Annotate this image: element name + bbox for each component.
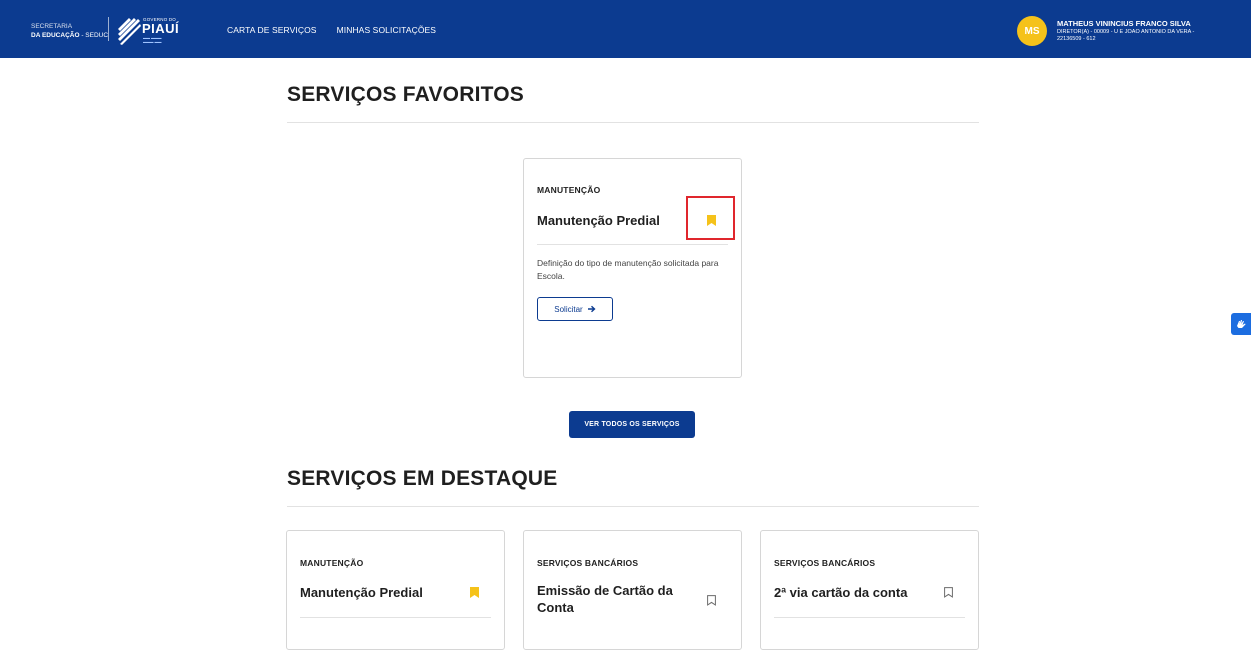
- solicitar-label: Solicitar: [554, 304, 583, 314]
- card-divider: [300, 617, 491, 618]
- favorites-divider: [287, 122, 979, 123]
- gov-tagline-mark: ▬▬ ▬▬▬ ▬▬▬ ▬▬: [143, 36, 162, 44]
- gov-big-text: PIAUÍ: [142, 21, 180, 36]
- seduc-logo[interactable]: SECRETARIA DA EDUCAÇÃO - SEDUC: [31, 22, 108, 40]
- card-description: Definição do tipo de manutenção solicita…: [537, 258, 719, 281]
- sign-language-hands-icon: [1236, 319, 1246, 328]
- card-category: MANUTENÇÃO: [537, 185, 601, 195]
- user-name: MATHEUS VININCIUS FRANCO SILVA: [1057, 19, 1191, 28]
- avatar[interactable]: MS: [1017, 16, 1047, 46]
- brand-line1: SECRETARIA: [31, 23, 73, 30]
- featured-title: SERVIÇOS EM DESTAQUE: [287, 467, 558, 490]
- governo-piaui-logo[interactable]: GOVERNO DO PIAUÍ ▬▬ ▬▬▬ ▬▬▬ ▬▬: [116, 13, 182, 47]
- featured-card-3: SERVIÇOS BANCÁRIOS 2ª via cartão da cont…: [760, 530, 979, 650]
- card-divider: [774, 617, 965, 618]
- user-role: DIRETOR(A) - 00009 - U E JOAO ANTONIO DA…: [1057, 29, 1195, 42]
- accessibility-button[interactable]: [1231, 313, 1251, 335]
- bookmark-outline-icon[interactable]: [944, 587, 953, 598]
- brand-line2: DA EDUCAÇÃO - SEDUC: [31, 32, 109, 39]
- featured-card-2: SERVIÇOS BANCÁRIOS Emissão de Cartão da …: [523, 530, 742, 650]
- top-bar: SECRETARIA DA EDUCAÇÃO - SEDUC GOVERNO D…: [0, 0, 1251, 58]
- solicitar-button[interactable]: Solicitar: [537, 297, 613, 321]
- nav-carta-de-servicos[interactable]: CARTA DE SERVIÇOS: [227, 25, 317, 35]
- nav-minhas-solicitacoes[interactable]: MINHAS SOLICITAÇÕES: [337, 25, 437, 35]
- brand-divider: [108, 17, 109, 41]
- bookmark-outline-icon[interactable]: [707, 595, 716, 606]
- view-all-services-button[interactable]: VER TODOS OS SERVIÇOS: [569, 411, 695, 438]
- featured-divider: [287, 506, 979, 507]
- bookmark-highlight-box: [686, 196, 735, 240]
- piaui-emblem-icon: [118, 18, 141, 45]
- favorite-service-card: MANUTENÇÃO Manutenção Predial Definição …: [523, 158, 742, 378]
- main-nav: CARTA DE SERVIÇOS MINHAS SOLICITAÇÕES: [227, 25, 436, 35]
- bookmark-filled-icon[interactable]: [470, 587, 479, 598]
- card-title[interactable]: Manutenção Predial: [300, 584, 423, 601]
- featured-card-1: MANUTENÇÃO Manutenção Predial: [286, 530, 505, 650]
- card-title[interactable]: 2ª via cartão da conta: [774, 584, 907, 601]
- favorites-title: SERVIÇOS FAVORITOS: [287, 83, 524, 106]
- user-menu[interactable]: MS MATHEUS VININCIUS FRANCO SILVA DIRETO…: [1017, 16, 1207, 46]
- card-category: MANUTENÇÃO: [300, 558, 364, 568]
- card-category: SERVIÇOS BANCÁRIOS: [774, 558, 876, 568]
- card-divider: [537, 244, 728, 245]
- card-category: SERVIÇOS BANCÁRIOS: [537, 558, 639, 568]
- card-title[interactable]: Emissão de Cartão da Conta: [537, 582, 687, 616]
- arrow-right-icon: [587, 305, 596, 313]
- card-title[interactable]: Manutenção Predial: [537, 212, 660, 229]
